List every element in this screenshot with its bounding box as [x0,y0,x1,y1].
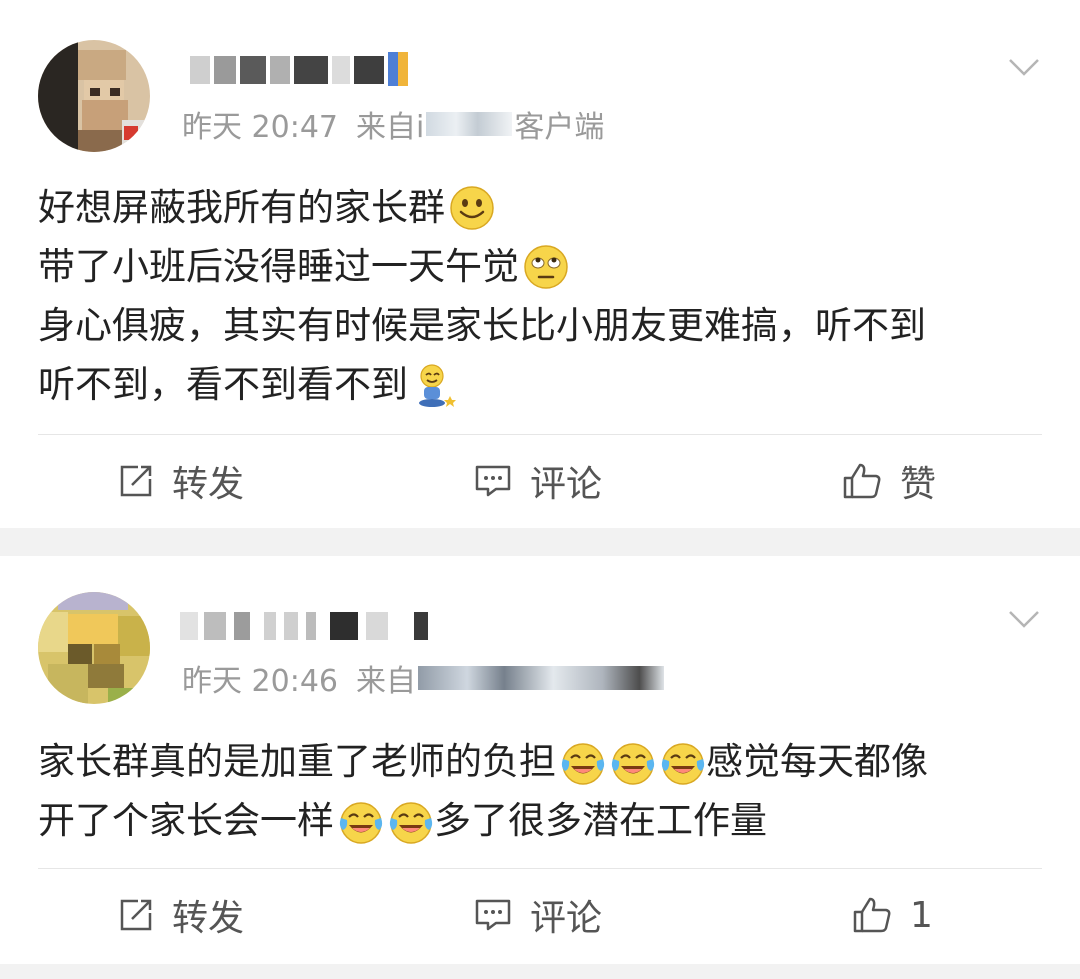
weibo-post-card[interactable]: 昨天 20:46 来自 家长群真的是加重了老师的负担 感觉每天都像 开了个家长会… [0,556,1080,964]
repost-button[interactable]: 转发 [118,870,244,960]
avatar[interactable] [38,40,150,152]
comment-icon [475,899,511,931]
username-blurred[interactable] [180,604,428,648]
action-bar: 转发 评论 赞 [0,436,1080,526]
content-line: 开了个家长会一样 多了很多潜在工作量 [38,791,1048,850]
like-button[interactable]: 赞 [842,436,936,526]
post-source-prefix: 来自 [356,664,416,699]
content-line: 听不到，看不到看不到 [38,355,1048,414]
action-bar: 转发 评论 1 [0,870,1080,960]
source-blurred [418,666,664,690]
source-blurred [426,112,513,136]
thumbs-up-icon [843,463,881,499]
username-blurred[interactable] [180,48,420,92]
post-content[interactable]: 好想屏蔽我所有的家长群 带了小班后没得睡过一天午觉 身心俱疲，其实有时候是家长比… [38,178,1048,414]
smile-emoji-icon [450,185,494,230]
post-source-suffix: 客户端 [514,110,605,145]
laugh-cry-emoji-icon [611,742,655,785]
laugh-cry-emoji-icon [389,801,433,844]
divider [38,868,1042,869]
avatar[interactable] [38,592,150,704]
post-meta: 昨天 20:46 来自 [182,658,666,699]
sitting-child-emoji-icon [419,363,456,407]
like-count: 1 [910,894,933,936]
like-label: 赞 [900,464,937,505]
comment-label: 评论 [530,898,603,939]
laugh-cry-emoji-icon [339,801,383,844]
chevron-down-icon[interactable] [1006,48,1042,84]
laugh-cry-emoji-group [334,791,434,850]
content-line: 身心俱疲，其实有时候是家长比小朋友更难搞，听不到 [38,304,926,347]
post-time: 昨天 20:47 [182,110,338,145]
content-line: 家长群真的是加重了老师的负担 感觉每天都像 [38,732,1048,791]
rolling-eyes-emoji-icon [524,244,568,289]
comment-icon [475,465,511,497]
repost-label: 转发 [172,898,245,939]
laugh-cry-emoji-icon [561,742,605,785]
repost-icon [120,899,152,931]
post-time: 昨天 20:46 [182,664,338,699]
post-content[interactable]: 家长群真的是加重了老师的负担 感觉每天都像 开了个家长会一样 多了很多潜在工作量 [38,732,1048,850]
like-button[interactable]: 1 [852,870,933,960]
repost-label: 转发 [172,464,245,505]
divider [38,434,1042,435]
repost-icon [120,465,152,497]
comment-label: 评论 [530,464,603,505]
weibo-post-card[interactable]: 昨天 20:47 来自i 客户端 好想屏蔽我所有的家长群 带了小班后没得睡过一天… [0,0,1080,528]
laugh-cry-emoji-icon [661,742,705,785]
content-line: 好想屏蔽我所有的家长群 [38,178,1048,237]
comment-button[interactable]: 评论 [474,870,602,960]
post-meta: 昨天 20:47 来自i 客户端 [182,104,605,145]
repost-button[interactable]: 转发 [118,436,244,526]
comment-button[interactable]: 评论 [474,436,602,526]
thumbs-up-icon [853,897,891,933]
content-line: 带了小班后没得睡过一天午觉 [38,237,1048,296]
laugh-cry-emoji-group [556,732,706,791]
post-source-prefix: 来自i [356,110,425,145]
chevron-down-icon[interactable] [1006,600,1042,636]
